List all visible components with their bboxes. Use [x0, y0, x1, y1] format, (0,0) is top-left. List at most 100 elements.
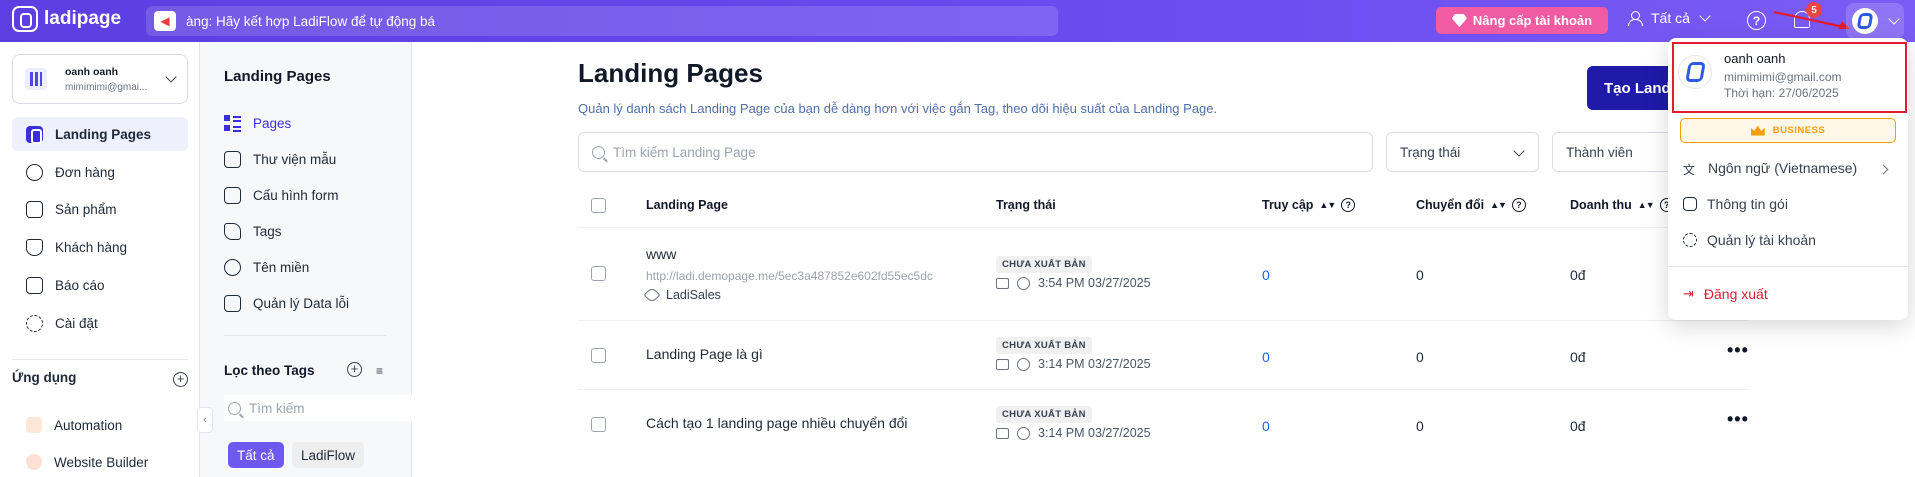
- conversions-value: 0: [1416, 418, 1424, 434]
- more-actions-icon[interactable]: •••: [1727, 409, 1749, 430]
- column-header-visits[interactable]: Truy cập ▲▼?: [1262, 198, 1356, 212]
- sidebar-item-label: Báo cáo: [55, 277, 105, 293]
- sidebar-item-orders[interactable]: Đơn hàng: [12, 155, 188, 189]
- device-icon: [996, 358, 1009, 370]
- account-management-menu-item[interactable]: Quản lý tài khoản: [1683, 232, 1816, 248]
- status-badge: CHƯA XUẤT BẢN: [996, 256, 1092, 273]
- help-icon: ?: [1511, 198, 1526, 212]
- divider: [578, 389, 1748, 390]
- landing-page-url[interactable]: http://ladi.demopage.me/5ec3a487852e602f…: [646, 269, 933, 283]
- dropdown-plan-expiry: Thời hạn: 27/06/2025: [1724, 86, 1839, 100]
- conversions-value: 0: [1416, 349, 1424, 365]
- subnav-item-label: Tags: [253, 224, 282, 239]
- people-icon: [1628, 11, 1644, 26]
- collapse-sidebar-icon[interactable]: ‹: [197, 407, 213, 433]
- brand-logo[interactable]: ladipage: [12, 6, 121, 32]
- search-input[interactable]: Tìm kiếm Landing Page: [578, 132, 1373, 172]
- status-select[interactable]: Trạng thái: [1386, 132, 1539, 172]
- subnav-item-template-library[interactable]: Thư viện mẫu: [224, 151, 336, 168]
- visits-value[interactable]: 0: [1262, 349, 1270, 365]
- logout-menu-item[interactable]: ⇥ Đăng xuất: [1683, 286, 1768, 302]
- diamond-icon: [1451, 14, 1467, 27]
- translate-icon: 文: [1683, 162, 1696, 177]
- divider: [578, 320, 1748, 321]
- main-sidebar: oanh oanh mimimimi@gmai... Landing Pages…: [0, 42, 200, 477]
- customers-icon: [26, 238, 43, 256]
- clipboard-icon: [224, 187, 241, 204]
- store-filter-label: Tất cả: [1651, 10, 1690, 26]
- landing-page-name[interactable]: Cách tạo 1 landing page nhiều chuyển đổi: [646, 415, 908, 431]
- sidebar-item-reports[interactable]: Báo cáo: [12, 268, 188, 302]
- row-checkbox[interactable]: [591, 348, 606, 363]
- subnav-item-label: Pages: [253, 116, 292, 131]
- sort-icon: ▲▼: [1637, 200, 1655, 210]
- language-menu-item[interactable]: 文 Ngôn ngữ (Vietnamese): [1683, 160, 1857, 177]
- member-select-label: Thành viên: [1566, 144, 1633, 160]
- subnav-title: Landing Pages: [224, 68, 331, 85]
- subnav-item-data-errors[interactable]: Quản lý Data lỗi: [224, 295, 349, 312]
- tag-search-input[interactable]: Tìm kiếm: [224, 395, 439, 421]
- sidebar-app-website-builder[interactable]: Website Builder: [12, 445, 188, 477]
- landing-page-name[interactable]: www: [646, 246, 676, 262]
- plan-badge[interactable]: BUSINESS: [1680, 118, 1896, 143]
- landing-page-name[interactable]: Landing Page là gì: [646, 346, 763, 362]
- sidebar-app-label: Automation: [54, 417, 123, 433]
- ladipage-logo-icon: [12, 6, 38, 32]
- sidebar-item-settings[interactable]: Cài đặt: [12, 306, 188, 340]
- divider: [1668, 266, 1908, 267]
- subnav-item-domains[interactable]: Tên miền: [224, 259, 309, 276]
- chevron-down-icon: [1513, 145, 1525, 157]
- products-icon: [26, 200, 43, 218]
- sidebar-item-customers[interactable]: Khách hàng: [12, 230, 188, 264]
- user-menu-button[interactable]: [1846, 3, 1904, 39]
- sidebar-item-label: Cài đặt: [55, 315, 98, 331]
- announcement-bar[interactable]: ◀ àng: Hãy kết hợp LadiFlow để tự động b…: [146, 6, 1058, 36]
- tag-icon: [224, 223, 241, 240]
- add-app-icon[interactable]: +: [173, 372, 188, 387]
- avatar: [1678, 55, 1712, 89]
- sidebar-item-products[interactable]: Sản phẩm: [12, 192, 188, 226]
- select-all-checkbox[interactable]: [591, 198, 606, 213]
- divider: [578, 227, 1748, 228]
- tag-chip-ladiflow[interactable]: LadiFlow: [292, 442, 365, 468]
- column-header-revenue[interactable]: Doanh thu ▲▼?: [1570, 198, 1674, 212]
- page-title: Landing Pages: [578, 58, 763, 88]
- row-checkbox[interactable]: [591, 266, 606, 281]
- conversions-value: 0: [1416, 267, 1424, 283]
- website-builder-icon: [26, 454, 42, 470]
- orders-icon: [26, 163, 43, 181]
- account-switcher[interactable]: oanh oanh mimimimi@gmai...: [12, 54, 188, 104]
- sort-tags-icon[interactable]: ≡: [376, 364, 383, 378]
- help-icon: ?: [1341, 198, 1356, 212]
- upgrade-label: Nâng cấp tài khoản: [1472, 13, 1593, 28]
- store-filter-dropdown[interactable]: Tất cả: [1628, 10, 1711, 26]
- reports-icon: [26, 276, 43, 294]
- revenue-value: 0đ: [1570, 267, 1586, 283]
- sidebar-item-landing-pages[interactable]: Landing Pages: [12, 117, 188, 151]
- gear-icon: [1683, 233, 1697, 247]
- landing-pages-subnav: Landing Pages Pages Thư viện mẫu Cấu hìn…: [200, 42, 439, 477]
- visits-value[interactable]: 0: [1262, 418, 1270, 434]
- divider: [12, 359, 188, 360]
- device-icon: [996, 427, 1009, 439]
- megaphone-icon: ◀: [154, 11, 176, 31]
- subnav-item-tags[interactable]: Tags: [224, 223, 282, 240]
- sidebar-item-label: Sản phẩm: [55, 201, 117, 217]
- tag-chip-all[interactable]: Tất cả: [228, 442, 284, 468]
- top-bar: ladipage ◀ àng: Hãy kết hợp LadiFlow để …: [0, 0, 1915, 42]
- visits-value[interactable]: 0: [1262, 267, 1270, 283]
- add-tag-icon[interactable]: +: [347, 362, 362, 377]
- package-info-menu-item[interactable]: Thông tin gói: [1683, 196, 1788, 212]
- upgrade-account-button[interactable]: Nâng cấp tài khoản: [1436, 7, 1608, 34]
- row-checkbox[interactable]: [591, 417, 606, 432]
- chevron-down-icon: [1888, 13, 1900, 25]
- subnav-item-label: Tên miền: [253, 260, 310, 275]
- sidebar-item-label: Khách hàng: [55, 239, 128, 255]
- help-icon[interactable]: ?: [1747, 11, 1766, 30]
- more-actions-icon[interactable]: •••: [1727, 340, 1749, 361]
- sidebar-app-automation[interactable]: Automation: [12, 408, 188, 442]
- column-header-conversions[interactable]: Chuyển đổi ▲▼?: [1416, 198, 1526, 212]
- chevron-down-icon: [165, 71, 177, 83]
- subnav-item-pages[interactable]: Pages: [224, 115, 291, 132]
- subnav-item-form-config[interactable]: Cấu hình form: [224, 187, 339, 204]
